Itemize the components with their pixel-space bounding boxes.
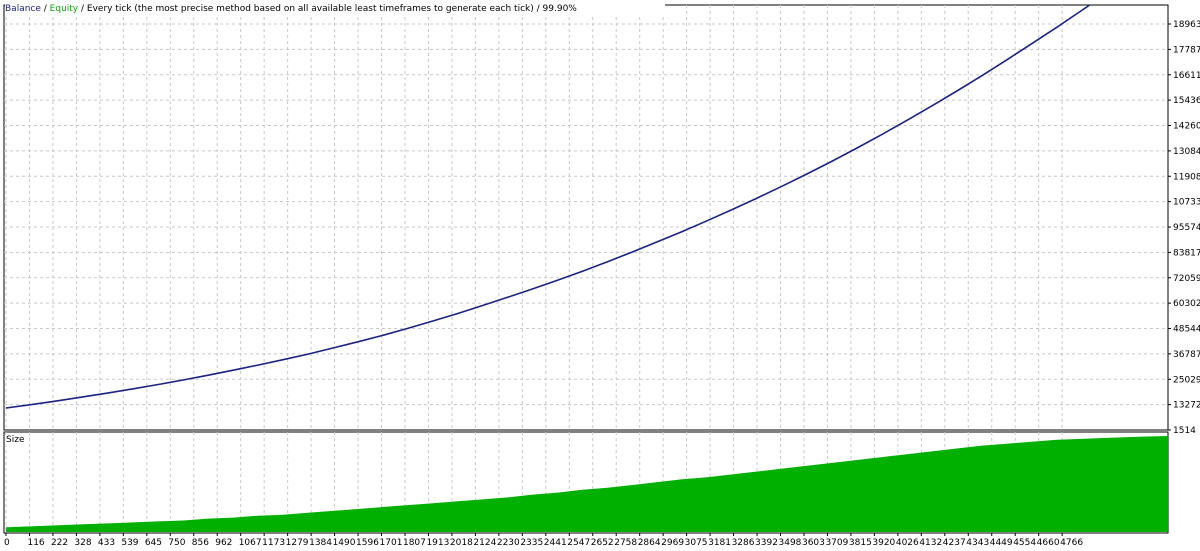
x-tick-label: 1596	[356, 538, 379, 548]
x-tick-label: 2652	[591, 538, 614, 548]
y-tick-label: 177876	[1173, 45, 1200, 55]
y-tick-label: 189634	[1173, 20, 1200, 30]
x-tick-label: 4766	[1060, 538, 1083, 548]
x-tick-label: 222	[51, 538, 68, 548]
x-tick-label: 2969	[661, 538, 684, 548]
x-tick-label: 1490	[333, 538, 356, 548]
balance-label: Balance	[5, 4, 41, 14]
x-tick-label: 116	[27, 538, 44, 548]
y-tick-label: 119089	[1173, 172, 1200, 182]
x-tick-label: 2441	[544, 538, 567, 548]
x-tick-label: 328	[74, 538, 91, 548]
y-tick-label: 166119	[1173, 71, 1200, 81]
x-tick-label: 3181	[708, 538, 731, 548]
header-separator: /	[533, 4, 543, 14]
x-tick-label: 1384	[309, 538, 332, 548]
x-tick-label: 4132	[919, 538, 942, 548]
y-tick-label: 72059	[1173, 274, 1200, 284]
x-tick-label: 539	[121, 538, 138, 548]
x-tick-label: 3286	[732, 538, 755, 548]
x-tick-label: 2335	[520, 538, 543, 548]
x-tick-label: 2547	[567, 538, 590, 548]
modelling-quality: 99.90%	[542, 4, 577, 14]
x-tick-label: 3603	[802, 538, 825, 548]
x-tick-label: 3709	[825, 538, 848, 548]
y-tick-label: 142604	[1173, 122, 1200, 132]
x-tick-label: 3920	[872, 538, 895, 548]
x-tick-label: 4449	[990, 538, 1013, 548]
header-separator: /	[40, 4, 50, 14]
y-tick-label: 154361	[1173, 96, 1200, 106]
chart-header: Balance / Equity / Every tick (the most …	[5, 2, 665, 16]
x-tick-label: 4343	[966, 538, 989, 548]
y-tick-label: 48544	[1173, 325, 1200, 335]
y-tick-label: 107331	[1173, 198, 1200, 208]
x-tick-label: 3075	[685, 538, 708, 548]
x-tick-label: 1807	[403, 538, 426, 548]
x-tick-label: 4237	[943, 538, 966, 548]
x-tick-label: 645	[145, 538, 162, 548]
x-tick-label: 2018	[450, 538, 473, 548]
x-tick-label: 3498	[779, 538, 802, 548]
y-tick-label: 13272	[1173, 401, 1200, 411]
x-tick-label: 2230	[497, 538, 520, 548]
y-tick-label: 130846	[1173, 147, 1200, 157]
x-tick-label: 1067	[239, 538, 262, 548]
x-tick-label: 4026	[896, 538, 919, 548]
x-tick-label: 962	[215, 538, 232, 548]
x-tick-label: 2124	[473, 538, 496, 548]
equity-label: Equity	[49, 4, 79, 14]
x-tick-label: 1913	[426, 538, 449, 548]
x-tick-label: 0	[4, 538, 10, 548]
y-tick-label: 1514	[1173, 426, 1196, 436]
x-tick-label: 4554	[1013, 538, 1036, 548]
x-tick-label: 2864	[638, 538, 661, 548]
x-tick-label: 1701	[380, 538, 403, 548]
x-tick-label: 1173	[262, 538, 285, 548]
y-tick-label: 25029	[1173, 375, 1200, 385]
test-method-description: Every tick (the most precise method base…	[86, 4, 534, 14]
header-separator: /	[78, 4, 87, 14]
balance-equity-chart: 189634 177876 166119 154361 142604 130846 1190…	[3, 4, 1200, 548]
x-tick-label: 433	[98, 538, 115, 548]
x-tick-label: 2758	[614, 538, 637, 548]
x-tick-label: 856	[192, 538, 209, 548]
size-panel-label: Size	[6, 434, 25, 446]
y-tick-label: 36787	[1173, 350, 1200, 360]
x-tick-label: 750	[168, 538, 185, 548]
y-tick-label: 83817	[1173, 248, 1200, 258]
x-tick-label: 1279	[286, 538, 309, 548]
x-tick-label: 4660	[1037, 538, 1060, 548]
x-tick-label: 3815	[849, 538, 872, 548]
y-tick-label: 60302	[1173, 299, 1200, 309]
y-tick-label: 95574	[1173, 223, 1200, 233]
x-tick-label: 3392	[755, 538, 778, 548]
